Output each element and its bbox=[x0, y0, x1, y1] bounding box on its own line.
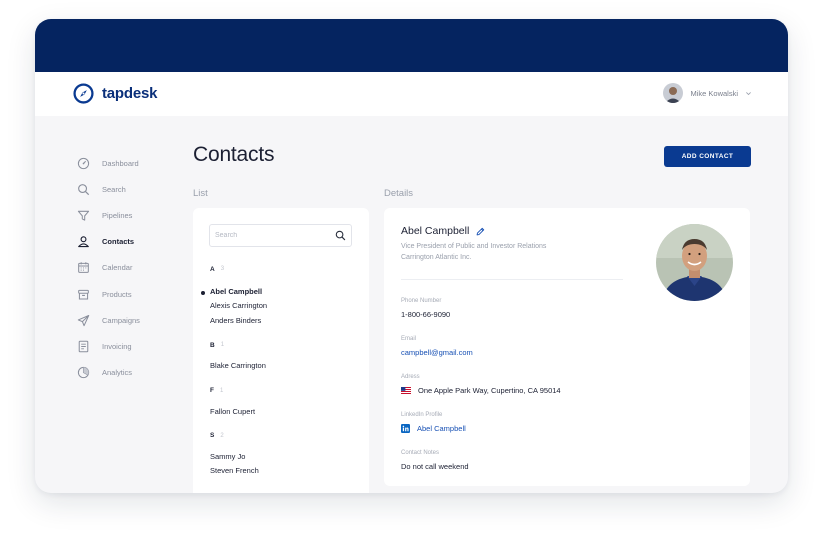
linkedin-name: Abel Campbell bbox=[417, 424, 466, 433]
list-item[interactable]: Alexis Carrington bbox=[210, 299, 360, 313]
sidebar-item-label: Contacts bbox=[102, 237, 135, 247]
top-band bbox=[35, 19, 788, 72]
contact-group-b: B 1 Blake Carrington bbox=[210, 339, 360, 373]
group-count: 1 bbox=[220, 342, 225, 349]
contact-group-f: F 1 Fallon Cupert bbox=[210, 385, 360, 419]
sidebar-item-invoicing[interactable]: Invoicing bbox=[77, 333, 187, 359]
contacts-icon bbox=[77, 235, 90, 248]
user-menu[interactable]: Mike Kowalski bbox=[663, 83, 752, 103]
sidebar-item-label: Analytics bbox=[102, 368, 133, 378]
address-field: Adress One Apple Park Way, Cupertino, CA… bbox=[401, 374, 561, 395]
sidebar-item-contacts[interactable]: Contacts bbox=[77, 229, 187, 255]
contact-name-row: Abel Campbell bbox=[401, 225, 485, 237]
details-section-label: Details bbox=[384, 188, 414, 199]
contact-list: A 3 Abel Campbell Alexis Carrington Ande… bbox=[201, 263, 360, 479]
search-icon bbox=[77, 183, 90, 196]
sidebar-item-calendar[interactable]: Calendar bbox=[77, 255, 187, 281]
linkedin-link[interactable]: Abel Campbell bbox=[401, 424, 466, 433]
group-letter: B bbox=[210, 341, 215, 349]
page-title: Contacts bbox=[193, 143, 275, 166]
sidebar-item-analytics[interactable]: Analytics bbox=[77, 360, 187, 386]
sidebar-item-campaigns[interactable]: Campaigns bbox=[77, 307, 187, 333]
group-count: 1 bbox=[219, 387, 224, 394]
field-label: LinkedIn Profile bbox=[401, 412, 443, 418]
app-header: tapdesk Mike Kowalski bbox=[35, 72, 788, 116]
user-name: Mike Kowalski bbox=[690, 88, 738, 98]
search-input[interactable] bbox=[215, 229, 325, 242]
field-label: Adress bbox=[401, 374, 420, 380]
calendar-icon bbox=[77, 261, 90, 274]
sidebar-item-label: Products bbox=[102, 289, 132, 299]
chevron-down-icon bbox=[746, 91, 751, 95]
sidebar-item-label: Calendar bbox=[102, 263, 133, 273]
list-item[interactable]: Abel Campbell bbox=[201, 285, 360, 299]
contact-details-panel: Abel Campbell Vice President of Public a… bbox=[384, 208, 750, 486]
address-value: One Apple Park Way, Cupertino, CA 95014 bbox=[418, 386, 561, 395]
email-link[interactable]: campbell@gmail.com bbox=[401, 348, 473, 357]
notes-field: Contact Notes Do not call weekend bbox=[401, 450, 469, 471]
contact-group-s: S 2 Sammy Jo Steven French bbox=[210, 430, 360, 479]
contact-name: Abel Campbell bbox=[401, 225, 470, 237]
sidebar-item-label: Dashboard bbox=[102, 158, 139, 168]
send-icon bbox=[77, 314, 90, 327]
notes-value: Do not call weekend bbox=[401, 462, 469, 471]
app-window: tapdesk Mike Kowalski Dashboard Search P… bbox=[35, 19, 788, 493]
phone-field: Phone Number 1-800-66-9090 bbox=[401, 298, 450, 319]
group-letter: S bbox=[210, 432, 215, 440]
add-contact-button[interactable]: ADD CONTACT bbox=[664, 146, 751, 167]
document-icon bbox=[77, 340, 90, 353]
search-field[interactable] bbox=[209, 224, 352, 247]
list-item[interactable]: Steven French bbox=[210, 464, 360, 478]
sidebar-item-label: Invoicing bbox=[102, 341, 132, 351]
us-flag-icon bbox=[401, 387, 411, 394]
sidebar-item-products[interactable]: Products bbox=[77, 281, 187, 307]
contact-list-panel: A 3 Abel Campbell Alexis Carrington Ande… bbox=[193, 208, 369, 493]
search-icon[interactable] bbox=[335, 230, 346, 241]
group-header: B 1 bbox=[210, 339, 360, 351]
group-header: F 1 bbox=[210, 385, 360, 397]
group-header: S 2 bbox=[210, 430, 360, 442]
field-label: Email bbox=[401, 336, 417, 342]
sidebar-item-search[interactable]: Search bbox=[77, 176, 187, 202]
list-section-label: List bbox=[193, 188, 208, 199]
contact-photo bbox=[656, 224, 733, 301]
list-item[interactable]: Fallon Cupert bbox=[210, 405, 360, 419]
phone-value: 1-800-66-9090 bbox=[401, 310, 451, 319]
address-row: One Apple Park Way, Cupertino, CA 95014 bbox=[401, 386, 561, 395]
logo-text: tapdesk bbox=[102, 85, 158, 102]
group-count: 2 bbox=[220, 432, 224, 439]
email-field: Email campbell@gmail.com bbox=[401, 336, 473, 357]
list-item[interactable]: Blake Carrington bbox=[210, 359, 360, 373]
compass-logo-icon bbox=[73, 83, 94, 104]
contact-group-a: A 3 Abel Campbell Alexis Carrington Ande… bbox=[201, 263, 360, 328]
filter-icon bbox=[77, 209, 90, 222]
field-label: Phone Number bbox=[401, 298, 442, 304]
linkedin-field: LinkedIn Profile Abel Campbell bbox=[401, 412, 466, 433]
list-item[interactable]: Anders Binders bbox=[210, 314, 360, 328]
field-label: Contact Notes bbox=[401, 450, 440, 456]
sidebar-item-dashboard[interactable]: Dashboard bbox=[77, 150, 187, 176]
gauge-icon bbox=[77, 157, 90, 170]
sidebar-item-label: Campaigns bbox=[102, 315, 140, 325]
avatar bbox=[663, 83, 684, 103]
list-item[interactable]: Sammy Jo bbox=[210, 450, 360, 464]
group-header: A 3 bbox=[210, 263, 360, 275]
sidebar-nav: Dashboard Search Pipelines Contacts Cale… bbox=[77, 150, 187, 386]
box-icon bbox=[77, 288, 90, 301]
pie-chart-icon bbox=[77, 366, 90, 379]
logo[interactable]: tapdesk bbox=[73, 83, 157, 104]
divider bbox=[401, 279, 623, 280]
linkedin-icon bbox=[401, 424, 410, 433]
group-count: 3 bbox=[220, 266, 225, 272]
sidebar-item-pipelines[interactable]: Pipelines bbox=[77, 202, 187, 228]
sidebar-item-label: Search bbox=[102, 184, 126, 194]
group-letter: A bbox=[210, 265, 215, 273]
pencil-icon[interactable] bbox=[476, 227, 485, 236]
group-letter: F bbox=[210, 387, 214, 395]
contact-job-title: Vice President of Public and Investor Re… bbox=[401, 243, 547, 261]
sidebar-item-label: Pipelines bbox=[102, 210, 133, 220]
